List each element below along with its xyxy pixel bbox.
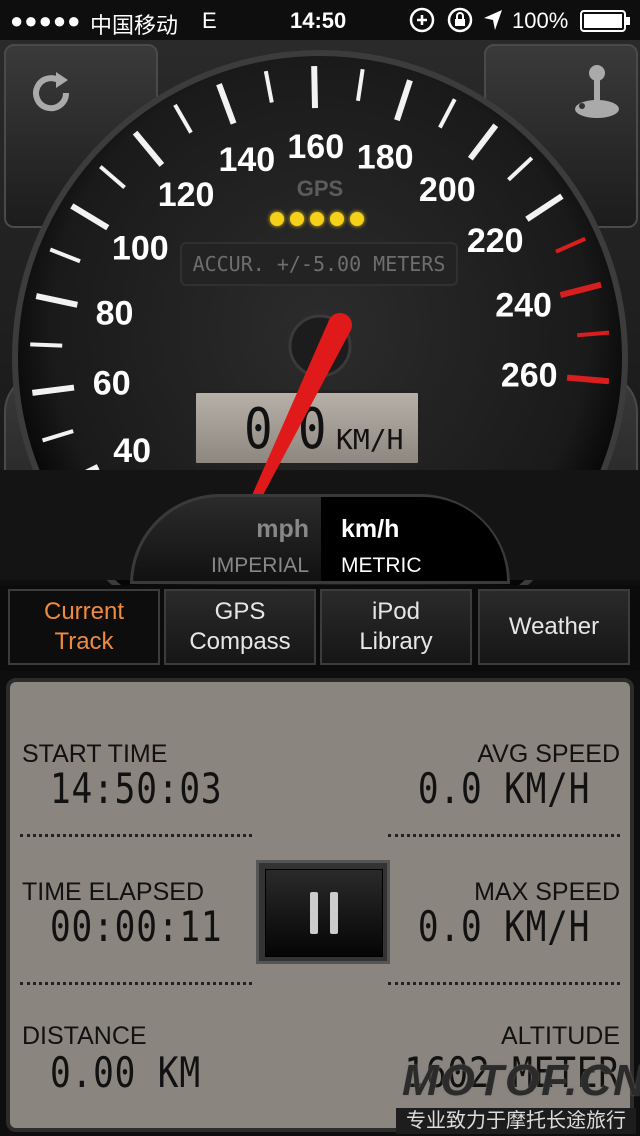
time-elapsed-value: 00:00:11 — [50, 902, 223, 951]
metric-unit: km/h — [341, 515, 400, 543]
divider — [388, 982, 620, 985]
tab-current-track[interactable]: Current Track — [8, 589, 160, 665]
tab-weather[interactable]: Weather — [478, 589, 630, 665]
tab-bar: Current Track GPS Compass iPod Library Weat… — [0, 585, 640, 671]
distance-value: 0.00 KM — [50, 1048, 201, 1097]
start-time-value: 14:50:03 — [50, 764, 223, 813]
tab-label: iPod — [371, 598, 421, 625]
pause-icon — [306, 890, 342, 941]
tab-label: Compass — [189, 628, 291, 655]
metric-option[interactable]: km/h METRIC — [321, 497, 507, 581]
needle-cap — [328, 313, 352, 337]
tab-label: Current — [43, 598, 125, 625]
watermark-logo: MOTOF.CN — [402, 1056, 640, 1105]
metric-label: METRIC — [341, 554, 422, 577]
tab-label: Weather — [508, 613, 600, 640]
max-speed-value: 0.0 KM/H — [417, 902, 590, 951]
tab-label: GPS — [214, 598, 266, 625]
watermark-slogan: 专业致力于摩托长途旅行 — [396, 1108, 636, 1134]
watermark: MOTOF.CN 专业致力于摩托长途旅行 — [392, 1040, 640, 1136]
avg-speed-value: 0.0 KM/H — [417, 764, 590, 813]
tab-gps-compass[interactable]: GPS Compass — [164, 589, 316, 665]
pause-button[interactable] — [256, 860, 390, 964]
imperial-unit: mph — [256, 515, 309, 543]
divider — [388, 834, 620, 837]
tab-ipod-library[interactable]: iPod Library — [320, 589, 472, 665]
speed-needle — [214, 313, 352, 580]
imperial-label: IMPERIAL — [210, 554, 309, 577]
divider — [20, 982, 252, 985]
distance-label: DISTANCE — [22, 1022, 147, 1050]
tab-label: Library — [359, 628, 433, 655]
pause-button-face — [265, 869, 383, 957]
unit-toggle[interactable]: mph IMPERIAL km/h METRIC — [130, 494, 510, 584]
divider — [20, 834, 252, 837]
tab-label: Track — [54, 628, 114, 655]
imperial-option[interactable]: mph IMPERIAL — [133, 497, 321, 581]
